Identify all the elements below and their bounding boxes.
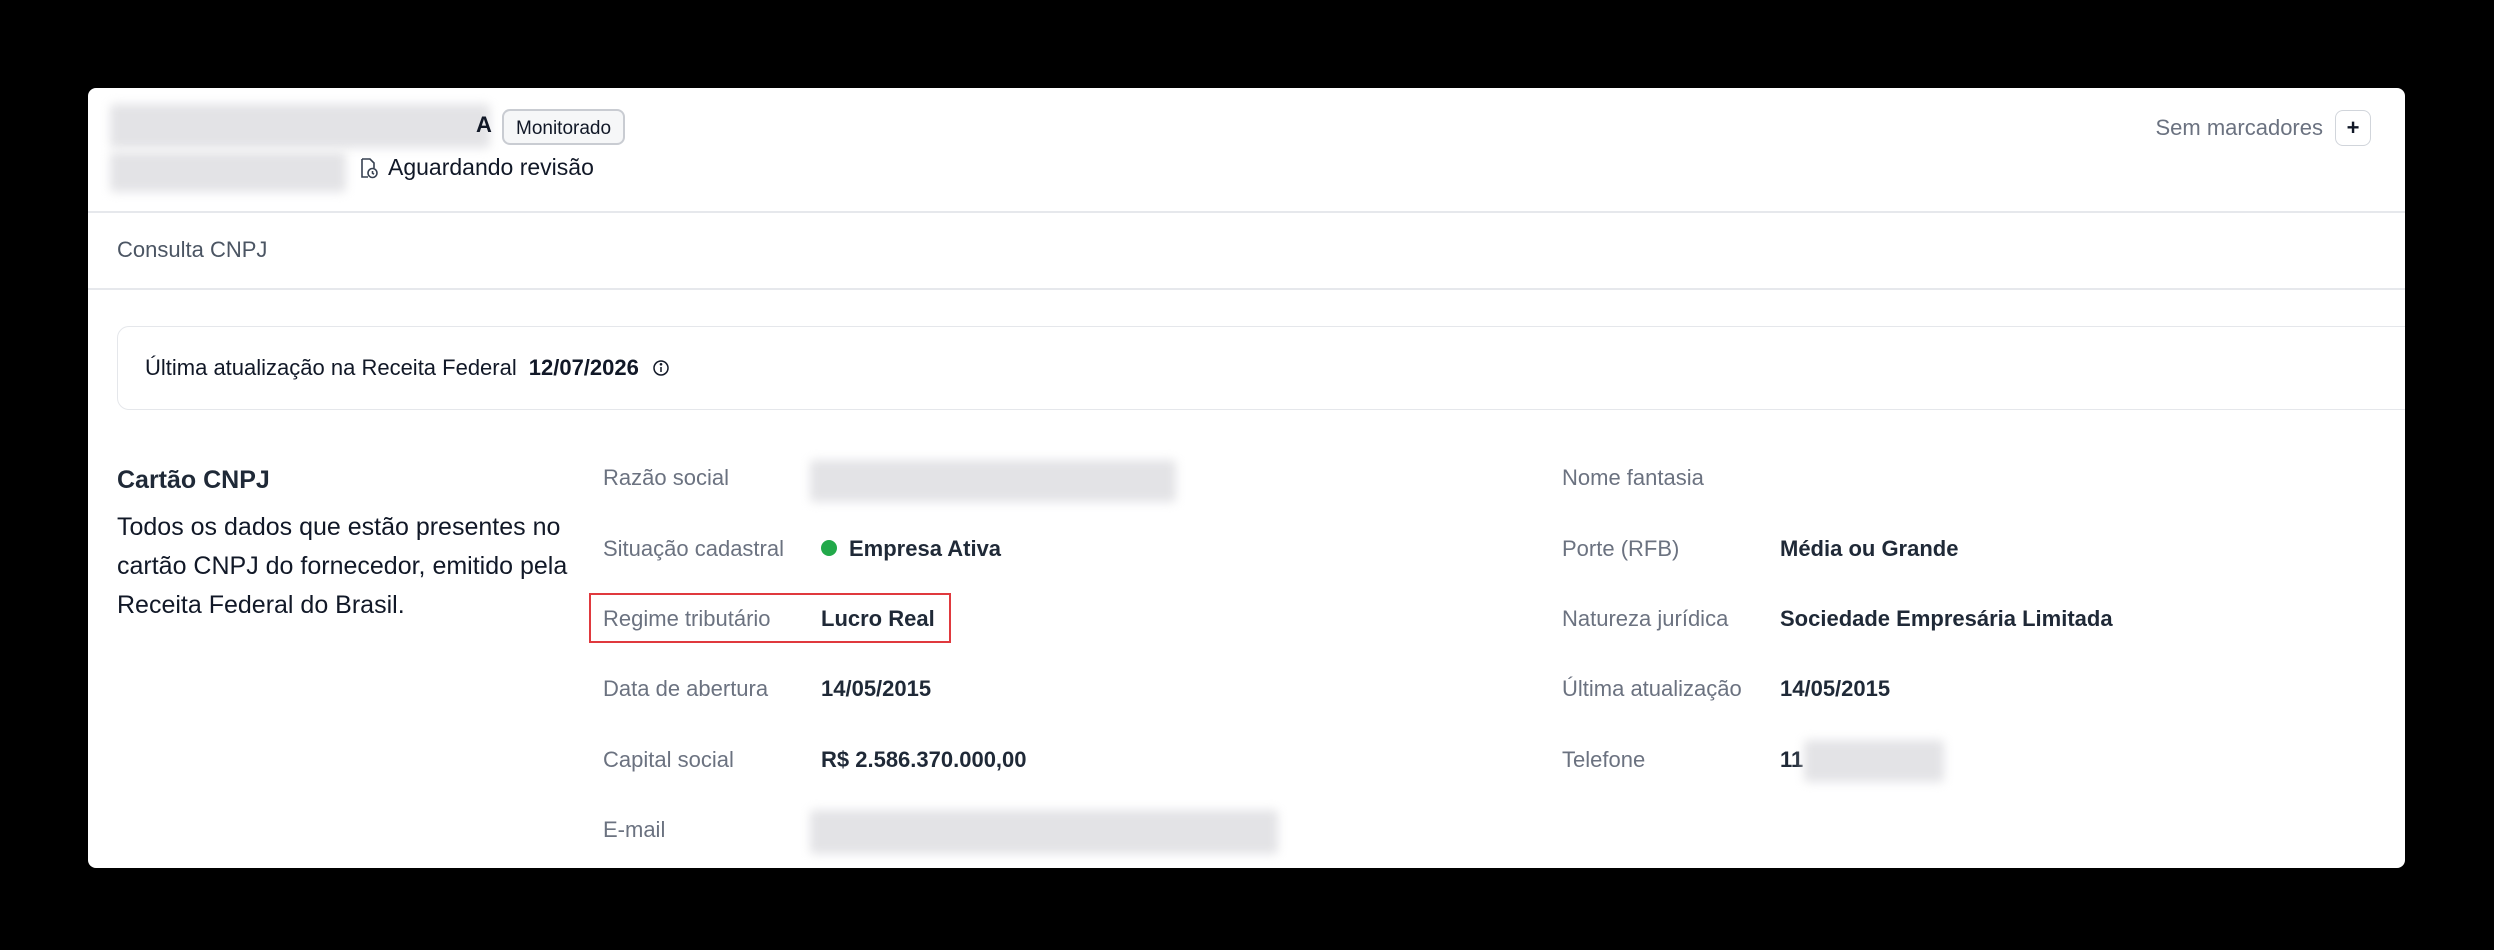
field-value-ultima-atualizacao: 14/05/2015 (1780, 676, 1891, 701)
field-label-telefone: Telefone (1562, 747, 1646, 772)
redacted-email (810, 810, 1278, 854)
redacted-razao-social (810, 460, 1176, 502)
add-marker-button[interactable]: + (2335, 110, 2371, 146)
company-name-suffix: A (476, 112, 492, 137)
status-active-label: Empresa Ativa (849, 536, 1002, 561)
field-value-telefone: 11 (1780, 747, 1804, 772)
document-clock-icon (361, 157, 378, 178)
field-label-situacao-cadastral: Situação cadastral (603, 536, 784, 561)
field-value-situacao-cadastral: Empresa Ativa (821, 536, 1001, 562)
field-value-porte: Média ou Grande (1780, 536, 1959, 561)
review-status-label: Aguardando revisão (388, 154, 594, 180)
update-date: 12/07/2026 (528, 355, 639, 380)
redacted-telefone (1804, 740, 1944, 782)
field-value-regime-tributario: Lucro Real (821, 606, 935, 631)
cnpj-card-title: Cartão CNPJ (117, 466, 270, 494)
markers-area: Sem marcadores + (2155, 110, 2371, 146)
field-value-capital-social: R$ 2.586.370.000,00 (821, 747, 1027, 772)
info-icon[interactable] (651, 358, 671, 378)
update-label: Última atualização na Receita Federal (145, 355, 517, 380)
field-label-data-abertura: Data de abertura (603, 676, 769, 701)
status-active-dot (821, 540, 837, 557)
redacted-company-subtitle (110, 152, 346, 192)
field-label-razao-social: Razão social (603, 465, 729, 490)
markers-label: Sem marcadores (2155, 115, 2323, 140)
field-label-nome-fantasia: Nome fantasia (1562, 465, 1704, 490)
section-bar: Consulta CNPJ (88, 213, 2405, 290)
field-label-natureza-juridica: Natureza jurídica (1562, 606, 1729, 631)
review-status[interactable]: Aguardando revisão (356, 154, 594, 181)
field-label-ultima-atualizacao: Última atualização (1562, 676, 1742, 701)
supplier-window: A Monitorado Aguardando revisão Sem marc… (88, 88, 2405, 868)
section-title: Consulta CNPJ (117, 237, 268, 262)
supplier-header: A Monitorado Aguardando revisão Sem marc… (88, 88, 2405, 213)
field-label-regime-tributario: Regime tributário (603, 606, 771, 631)
field-label-porte: Porte (RFB) (1562, 536, 1680, 561)
field-value-data-abertura: 14/05/2015 (821, 676, 932, 701)
field-label-email: E-mail (603, 817, 666, 842)
monitored-badge[interactable]: Monitorado (502, 109, 626, 145)
field-value-natureza-juridica: Sociedade Empresária Limitada (1780, 606, 2113, 631)
receita-update-card: Última atualização na Receita Federal 12… (117, 326, 2405, 410)
cnpj-card-description: Todos os dados que estão presentes no ca… (117, 513, 568, 619)
field-label-capital-social: Capital social (603, 747, 734, 772)
redacted-company-name (110, 104, 490, 148)
